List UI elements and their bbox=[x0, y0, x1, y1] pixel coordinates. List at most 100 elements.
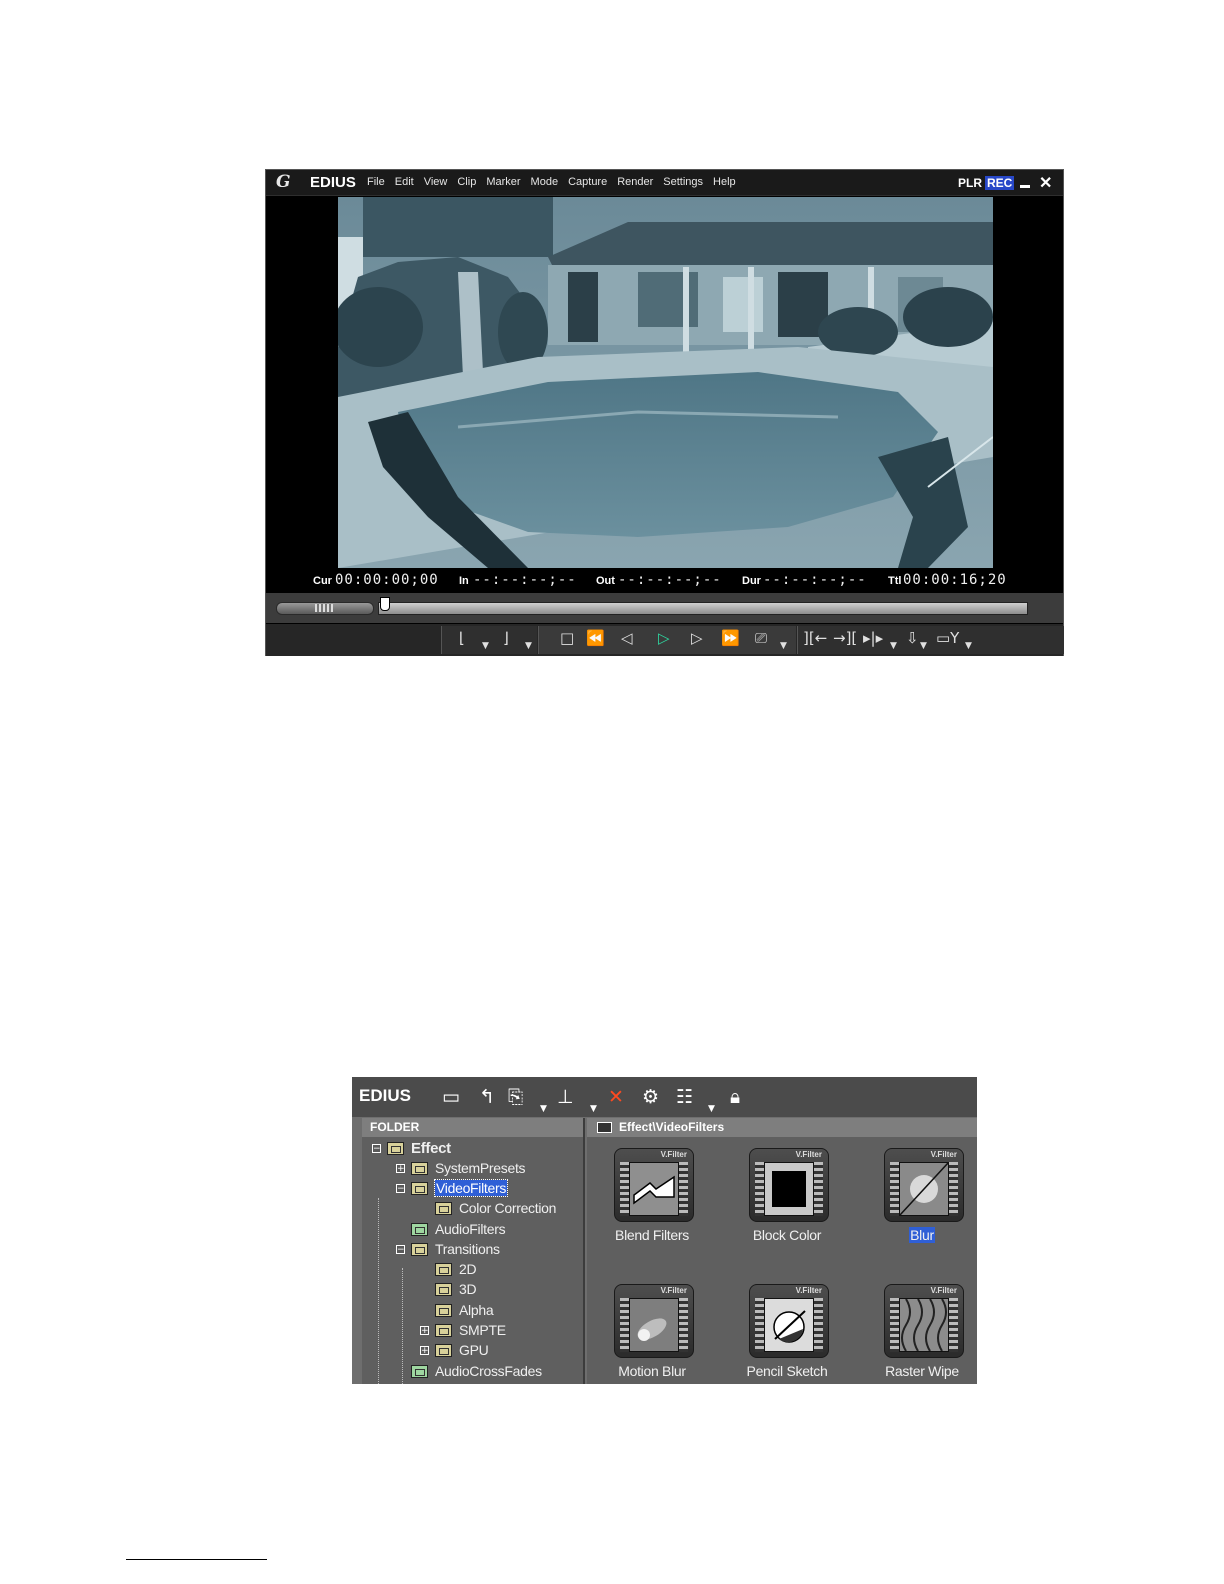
jog-handle[interactable] bbox=[315, 604, 333, 612]
delete-icon[interactable]: ✕ bbox=[608, 1087, 624, 1107]
recorder-mode-button[interactable]: REC bbox=[985, 176, 1015, 190]
total-timecode: 00:00:16;20 bbox=[903, 572, 1007, 588]
position-track[interactable] bbox=[378, 602, 1028, 615]
collapse-icon[interactable]: − bbox=[372, 1143, 381, 1153]
fast-forward-icon[interactable]: ⏩ bbox=[721, 630, 740, 646]
mark-segment bbox=[441, 626, 537, 654]
view-icon[interactable]: ☷ bbox=[676, 1087, 693, 1107]
folder-icon[interactable]: ▭ bbox=[442, 1087, 460, 1107]
expand-icon[interactable]: + bbox=[420, 1325, 429, 1335]
chevron-down-icon[interactable]: ▼ bbox=[525, 638, 532, 654]
lock-icon[interactable]: 🔒︎ bbox=[730, 1087, 740, 1107]
up-folder-icon[interactable]: ↰ bbox=[479, 1087, 495, 1107]
tile-label: Motion Blur bbox=[618, 1363, 686, 1379]
tree-item-videofilters[interactable]: − VideoFilters bbox=[396, 1179, 509, 1197]
play-icon[interactable]: ▷ bbox=[658, 630, 670, 646]
tree-item-smpte[interactable]: + SMPTE bbox=[420, 1321, 506, 1339]
chevron-down-icon[interactable]: ▼ bbox=[482, 638, 489, 654]
chevron-down-icon[interactable]: ▼ bbox=[590, 1099, 597, 1119]
apply-icon[interactable]: ⊥ bbox=[557, 1087, 574, 1107]
chevron-down-icon[interactable]: ▼ bbox=[780, 638, 787, 654]
menu-file[interactable]: File bbox=[367, 176, 385, 188]
current-timecode: 00:00:00;00 bbox=[335, 572, 439, 588]
effect-tile-raster-wipe[interactable]: V.Filter Raster Wipe bbox=[857, 1274, 977, 1384]
video-filter-icon: V.Filter bbox=[614, 1284, 694, 1358]
in-timecode: --:--:--;-- bbox=[473, 572, 577, 588]
vfilter-tag: V.Filter bbox=[930, 1286, 957, 1295]
tree-item-color-correction[interactable]: Color Correction bbox=[420, 1199, 556, 1217]
expand-icon[interactable]: + bbox=[396, 1163, 405, 1173]
step-forward-icon[interactable]: ▷ bbox=[691, 630, 703, 646]
menu-clip[interactable]: Clip bbox=[457, 176, 476, 188]
set-in-icon[interactable]: ⌊ bbox=[459, 630, 465, 646]
tree-item-gpu[interactable]: + GPU bbox=[420, 1341, 489, 1359]
tree-item-audiocrossfades[interactable]: AudioCrossFades bbox=[396, 1362, 542, 1380]
menu-capture[interactable]: Capture bbox=[568, 176, 607, 188]
video-filter-icon: V.Filter bbox=[884, 1148, 964, 1222]
effect-tile-pencil-sketch[interactable]: V.Filter Pencil Sketch bbox=[722, 1274, 852, 1384]
video-filter-icon: V.Filter bbox=[884, 1284, 964, 1358]
minimize-icon[interactable] bbox=[1020, 185, 1030, 188]
menu-bar: G EDIUS File Edit View Clip Marker Mode … bbox=[266, 170, 1063, 196]
audio-folder-icon bbox=[411, 1364, 428, 1378]
collapse-icon[interactable]: − bbox=[396, 1183, 405, 1193]
loop-icon[interactable]: ⎚ bbox=[755, 630, 767, 646]
grass-valley-logo: G bbox=[276, 172, 290, 192]
close-icon[interactable]: ✕ bbox=[1039, 173, 1052, 193]
overwrite-icon[interactable]: ⇩ bbox=[906, 630, 919, 646]
menu-help[interactable]: Help bbox=[713, 176, 736, 188]
panel-brand: EDIUS bbox=[359, 1086, 411, 1105]
menu-settings[interactable]: Settings bbox=[663, 176, 703, 188]
expand-icon[interactable]: + bbox=[420, 1345, 429, 1355]
step-back-icon[interactable]: ◁ bbox=[621, 630, 633, 646]
tile-label: Blur bbox=[909, 1227, 935, 1243]
chevron-down-icon[interactable]: ▼ bbox=[890, 638, 897, 654]
duration-label: Dur bbox=[742, 575, 761, 587]
chevron-down-icon[interactable]: ▼ bbox=[708, 1099, 715, 1119]
menu-edit[interactable]: Edit bbox=[395, 176, 414, 188]
effect-tile-motion-blur[interactable]: V.Filter Motion Blur bbox=[587, 1274, 717, 1384]
match-frame-forward-icon[interactable]: →][ bbox=[833, 630, 857, 646]
chevron-down-icon[interactable]: ▼ bbox=[920, 638, 927, 654]
video-filter-icon: V.Filter bbox=[749, 1148, 829, 1222]
folder-icon bbox=[435, 1282, 452, 1296]
tree-item-transitions[interactable]: − Transitions bbox=[396, 1240, 500, 1258]
menu-marker[interactable]: Marker bbox=[486, 176, 520, 188]
properties-icon[interactable]: ⚙ bbox=[642, 1087, 659, 1107]
tree-item-systempresets[interactable]: + SystemPresets bbox=[396, 1159, 526, 1177]
tree-item-alpha[interactable]: Alpha bbox=[420, 1301, 494, 1319]
menu-mode[interactable]: Mode bbox=[531, 176, 559, 188]
collapse-icon[interactable]: − bbox=[396, 1244, 405, 1254]
chevron-down-icon[interactable]: ▼ bbox=[965, 638, 972, 654]
effect-tile-blend-filters[interactable]: V.Filter Blend Filters bbox=[587, 1138, 717, 1258]
menu-view[interactable]: View bbox=[424, 176, 448, 188]
folder-icon bbox=[411, 1242, 428, 1256]
in-label: In bbox=[459, 575, 469, 587]
playhead-marker[interactable] bbox=[380, 597, 390, 611]
set-out-icon[interactable]: ⌋ bbox=[503, 630, 509, 646]
effect-tile-block-color[interactable]: V.Filter Block Color bbox=[722, 1138, 852, 1258]
tile-label: Pencil Sketch bbox=[746, 1363, 828, 1379]
motion-blur-icon bbox=[630, 1299, 678, 1351]
insert-icon[interactable]: ▸|▸ bbox=[863, 630, 883, 646]
tree-item-3d[interactable]: 3D bbox=[420, 1280, 477, 1298]
current-path: Effect\VideoFilters bbox=[587, 1118, 977, 1137]
menu-render[interactable]: Render bbox=[617, 176, 653, 188]
folder-header: FOLDER bbox=[362, 1118, 583, 1137]
tree-item-2d[interactable]: 2D bbox=[420, 1260, 477, 1278]
export-icon[interactable]: ▭Y bbox=[936, 630, 959, 646]
tree-item-audiofilters[interactable]: AudioFilters bbox=[396, 1220, 506, 1238]
player-mode-button[interactable]: PLR bbox=[958, 176, 982, 190]
chevron-down-icon[interactable]: ▼ bbox=[540, 1099, 547, 1119]
blend-filters-icon bbox=[630, 1163, 678, 1215]
stop-icon[interactable]: □ bbox=[560, 630, 574, 646]
rewind-icon[interactable]: ⏪ bbox=[586, 630, 605, 646]
duration-timecode: --:--:--;-- bbox=[763, 572, 867, 588]
effect-tile-blur[interactable]: V.Filter Blur bbox=[857, 1138, 977, 1258]
video-filter-icon: V.Filter bbox=[749, 1284, 829, 1358]
copy-icon[interactable]: ⎘ bbox=[508, 1087, 523, 1107]
tree-item-effect[interactable]: − Effect bbox=[372, 1139, 451, 1157]
jog-slider[interactable] bbox=[276, 602, 374, 615]
match-frame-icon[interactable]: ][← bbox=[803, 630, 827, 646]
tree-line bbox=[378, 1198, 379, 1384]
